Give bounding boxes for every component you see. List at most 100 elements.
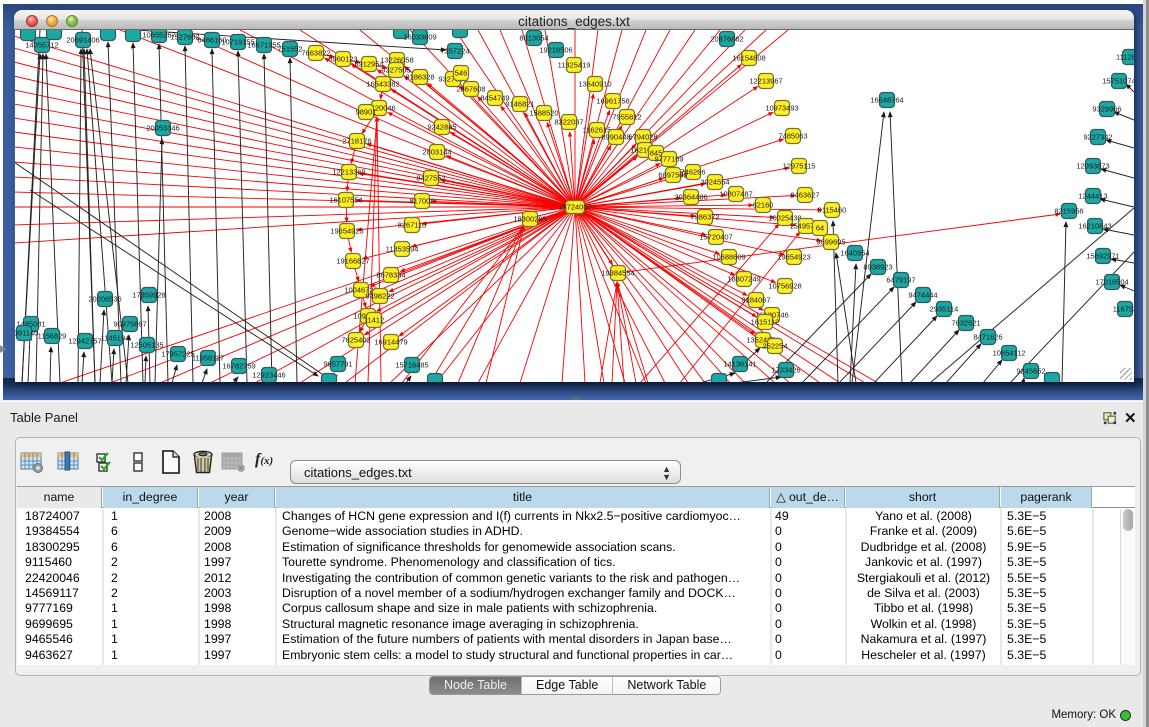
svg-text:6479197: 6479197 [886,276,915,285]
svg-text:1640954: 1640954 [840,249,869,258]
svg-text:15692971: 15692971 [1086,252,1119,261]
svg-text:751552: 751552 [277,45,302,54]
svg-text:9115460: 9115460 [818,206,847,215]
svg-text:252254: 252254 [762,342,787,351]
svg-text:7986372: 7986372 [690,213,719,222]
svg-text:8912954: 8912954 [354,60,383,69]
svg-text:6897508: 6897508 [658,171,687,180]
svg-text:9777169: 9777169 [654,155,683,164]
svg-text:16210643: 16210643 [1078,222,1111,231]
svg-text:7485063: 7485063 [778,132,807,141]
svg-text:18300295: 18300295 [513,215,546,224]
svg-text:9474444: 9474444 [908,291,937,300]
svg-text:2935114: 2935114 [930,305,959,314]
svg-text:16107554: 16107554 [329,196,362,205]
svg-text:7625402: 7625402 [341,336,370,345]
svg-text:20691406: 20691406 [66,36,99,45]
svg-text:20206536: 20206536 [88,295,121,304]
svg-text:20876862: 20876862 [710,35,743,44]
svg-text:9184067: 9184067 [741,296,770,305]
svg-text:2803144: 2803144 [422,148,451,157]
svg-text:1244413: 1244413 [1078,192,1107,201]
svg-text:546: 546 [455,69,468,78]
svg-text:12923446: 12923446 [252,371,285,380]
svg-text:13640910: 13640910 [578,80,611,89]
svg-text:16782759: 16782759 [222,362,255,371]
svg-text:19166827: 19166827 [336,257,369,266]
svg-text:64: 64 [816,224,824,233]
svg-text:2718176: 2718176 [342,137,371,146]
svg-text:9463627: 9463627 [790,191,819,200]
svg-text:9498222: 9498222 [365,292,394,301]
svg-text:8938923: 8938923 [863,263,892,272]
svg-text:1588520: 1588520 [529,109,558,118]
svg-text:14055712: 14055712 [25,41,58,50]
svg-text:98901: 98901 [356,108,377,117]
svg-text:7663822: 7663822 [301,49,330,58]
svg-text:16648764: 16648764 [870,96,903,105]
svg-text:16914479: 16914479 [374,338,407,347]
svg-text:1733426: 1733426 [771,366,800,375]
svg-text:12093873: 12093873 [1076,162,1109,171]
svg-text:6794028: 6794028 [628,133,657,142]
svg-text:15751074: 15751074 [1102,77,1134,86]
svg-text:12975115: 12975115 [783,162,816,171]
svg-text:11325419: 11325419 [558,61,591,70]
svg-text:1145194: 1145194 [101,334,130,343]
svg-text:14136141: 14136141 [723,360,756,369]
svg-text:8960123: 8960123 [328,55,357,64]
svg-text:8427552: 8427552 [416,174,445,183]
svg-text:817006: 817006 [409,197,434,206]
svg-text:19218506: 19218506 [539,46,572,55]
svg-text:18807249: 18807249 [727,275,760,284]
svg-text:20053346: 20053346 [146,124,179,133]
svg-text:15720407: 15720407 [699,233,732,242]
svg-text:8186328: 8186328 [405,73,434,82]
svg-text:8471626: 8471626 [973,333,1002,342]
svg-text:12213967: 12213967 [749,77,782,86]
svg-text:8678334: 8678334 [376,271,405,280]
svg-text:9245652: 9245652 [1016,367,1045,376]
svg-text:9699695: 9699695 [816,238,845,247]
svg-text:12213369: 12213369 [332,168,365,177]
svg-text:16961758: 16961758 [596,97,629,106]
svg-text:9146821: 9146821 [505,100,534,109]
svg-text:17359928: 17359928 [132,291,165,300]
svg-text:19654925: 19654925 [330,227,363,236]
svg-text:19384554: 19384554 [601,269,634,278]
svg-text:20364486: 20364486 [674,193,707,202]
svg-text:8990448: 8990448 [601,133,630,142]
svg-text:10973493: 10973493 [765,104,798,113]
svg-text:11958117: 11958117 [192,354,224,363]
svg-text:10688609: 10688609 [712,253,745,262]
svg-text:10756928: 10756928 [768,282,801,291]
svg-text:12942757: 12942757 [68,337,101,346]
svg-text:16154808: 16154808 [732,54,765,63]
svg-text:116753: 116753 [1113,305,1134,314]
svg-text:10654112: 10654112 [993,349,1026,358]
svg-text:17016504: 17016504 [1095,278,1128,287]
svg-text:11412: 11412 [364,316,384,325]
svg-text:18724007: 18724007 [558,203,591,212]
svg-text:2867608: 2867608 [456,85,485,94]
svg-text:17957225: 17957225 [161,350,194,359]
svg-text:1615112: 1615112 [751,318,780,327]
svg-text:62160: 62160 [753,201,774,210]
svg-text:3024554: 3024554 [700,178,729,187]
svg-text:9242845: 9242845 [427,123,456,132]
svg-text:90975867: 90975867 [113,320,146,329]
svg-text:16543382: 16543382 [366,80,399,89]
svg-text:2391140: 2391140 [15,329,38,338]
svg-text:8322037: 8322037 [554,118,583,127]
svg-text:1156829: 1156829 [38,332,67,341]
svg-text:15716485: 15716485 [395,361,428,370]
svg-text:16671355: 16671355 [247,41,280,50]
svg-text:7357224: 7357224 [440,47,469,56]
svg-text:1527602: 1527602 [170,33,199,42]
svg-text:9329966: 9329966 [1092,105,1121,114]
svg-text:19654923: 19654923 [777,253,810,262]
svg-text:8215956: 8215956 [1054,207,1083,216]
svg-text:9227342: 9227342 [1083,133,1112,142]
svg-text:8267110: 8267110 [398,221,427,230]
svg-text:16033809: 16033809 [403,33,436,42]
